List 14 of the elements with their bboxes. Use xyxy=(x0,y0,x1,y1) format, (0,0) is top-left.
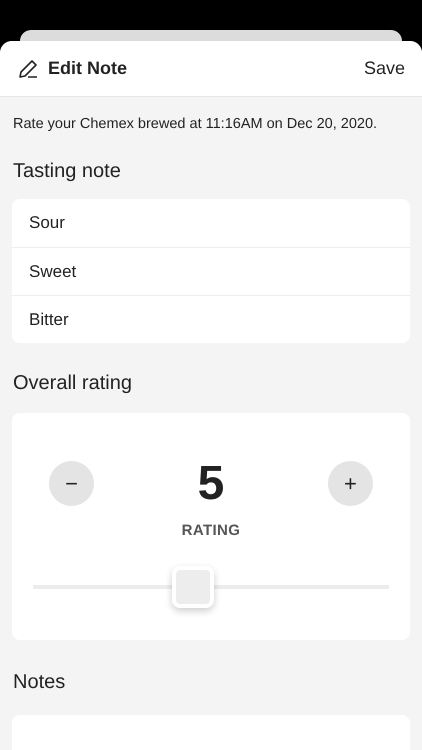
rating-value: 5 xyxy=(198,460,224,508)
tasting-option[interactable]: Bitter xyxy=(12,294,410,343)
screen-title: Edit Note xyxy=(48,57,127,80)
section-heading: Overall rating xyxy=(12,370,133,396)
save-button[interactable]: Save xyxy=(364,55,405,82)
intro-text: Rate your Chemex brewed at 11:16AM on Dec 20, 2020. xyxy=(12,115,378,134)
tasting-option[interactable]: Sweet xyxy=(12,246,410,295)
section-heading: Notes xyxy=(12,670,66,695)
tasting-option[interactable]: Sour xyxy=(12,198,410,247)
increment-button[interactable]: + xyxy=(328,461,373,506)
section-heading: Tasting note xyxy=(12,158,122,184)
decrement-button[interactable]: − xyxy=(49,461,94,506)
pencil-icon xyxy=(17,58,39,80)
rating-label: RATING xyxy=(182,520,240,541)
